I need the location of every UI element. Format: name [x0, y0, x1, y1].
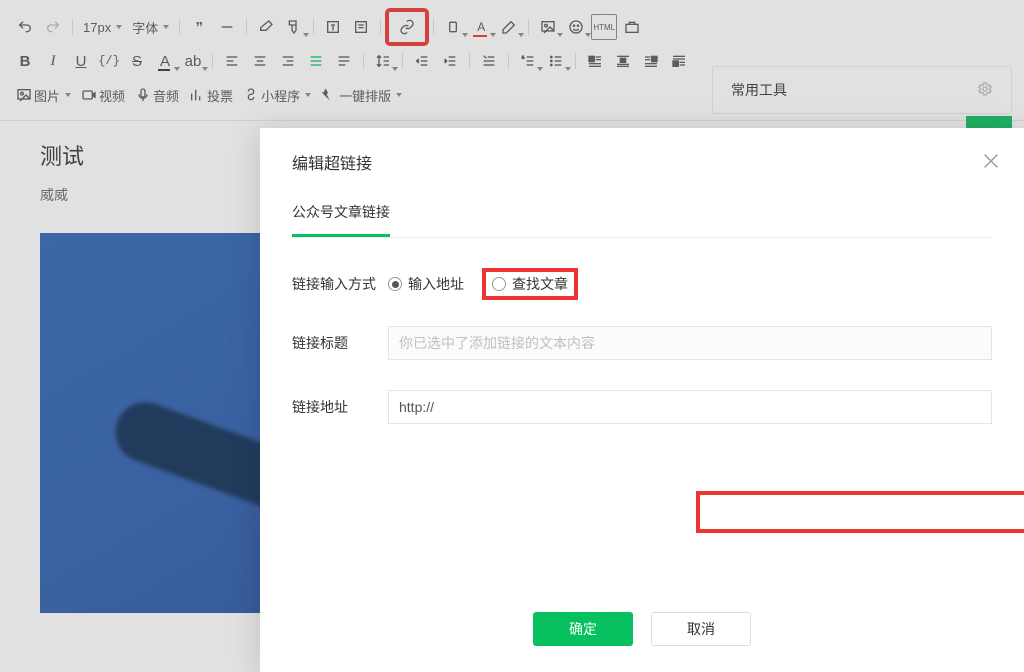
radio-enter-url[interactable]: 输入地址 — [388, 274, 464, 294]
toolbar-row-1: 17px 字体 ” A HTML — [12, 10, 1012, 44]
align-distribute-button[interactable] — [331, 48, 357, 74]
radio-dot-icon — [388, 277, 402, 291]
textbox2-button[interactable] — [348, 14, 374, 40]
insert-video[interactable]: 视频 — [77, 86, 129, 105]
side-panel: 常用工具 — [712, 66, 1012, 114]
separator — [246, 19, 247, 35]
row-link-url: 链接地址 http:// — [292, 390, 992, 424]
auto-layout[interactable]: 一键排版 — [317, 86, 406, 105]
separator — [402, 53, 403, 69]
modal-actions: 确定 取消 — [292, 612, 992, 650]
link-title-input[interactable] — [388, 326, 992, 360]
bold-button[interactable]: B — [12, 48, 38, 74]
separator — [528, 19, 529, 35]
url-prefix: http:// — [389, 391, 444, 423]
link-modal: 编辑超链接 公众号文章链接 链接输入方式 输入地址 查找文章 链接标题 链接地址… — [260, 128, 1024, 672]
insert-miniprogram[interactable]: 小程序 — [239, 86, 315, 105]
side-green-strip — [966, 116, 1012, 128]
insert-image[interactable]: 图片 — [12, 86, 75, 105]
line-height-button[interactable] — [370, 48, 396, 74]
magic-button[interactable] — [496, 14, 522, 40]
blockquote-button[interactable]: ” — [186, 14, 212, 40]
font-size-select[interactable]: 17px — [79, 20, 126, 35]
align-justify-button[interactable] — [303, 48, 329, 74]
first-indent-button[interactable] — [476, 48, 502, 74]
emoji-button[interactable] — [563, 14, 589, 40]
insert-audio[interactable]: 音频 — [131, 86, 183, 105]
link-button[interactable] — [387, 10, 427, 44]
highlight-icon: ab — [185, 53, 202, 70]
format-brush-button[interactable] — [281, 14, 307, 40]
redo-button[interactable] — [40, 14, 66, 40]
highlight-button[interactable]: ab — [180, 48, 206, 74]
cancel-button[interactable]: 取消 — [651, 612, 751, 646]
insert-image-button[interactable] — [535, 14, 561, 40]
modal-tabs: 公众号文章链接 — [292, 202, 992, 238]
code-button[interactable]: {/} — [96, 48, 122, 74]
tab-article-link[interactable]: 公众号文章链接 — [292, 202, 390, 237]
undo-button[interactable] — [12, 14, 38, 40]
textbox1-button[interactable] — [320, 14, 346, 40]
html-button[interactable]: HTML — [591, 14, 617, 40]
separator — [212, 53, 213, 69]
toolbox-button[interactable] — [619, 14, 645, 40]
link-url-input[interactable] — [444, 391, 991, 423]
separator — [179, 19, 180, 35]
letter-spacing-button[interactable] — [440, 14, 466, 40]
close-button[interactable] — [980, 150, 1002, 172]
side-panel-title: 常用工具 — [731, 80, 787, 100]
gear-icon[interactable] — [977, 81, 993, 100]
float-center-button[interactable] — [610, 48, 636, 74]
float-none-button[interactable] — [666, 48, 692, 74]
modal-title: 编辑超链接 — [292, 150, 992, 174]
float-left-button[interactable] — [582, 48, 608, 74]
label-input-type: 链接输入方式 — [292, 274, 388, 294]
separator — [575, 53, 576, 69]
float-right-button[interactable] — [638, 48, 664, 74]
strike-button[interactable]: S — [124, 48, 150, 74]
link-form: 链接输入方式 输入地址 查找文章 链接标题 链接地址 http:// — [292, 272, 992, 454]
separator — [313, 19, 314, 35]
row-input-type: 链接输入方式 输入地址 查找文章 — [292, 272, 992, 296]
ordered-list-button[interactable]: 1 — [515, 48, 541, 74]
separator — [469, 53, 470, 69]
outdent-button[interactable] — [409, 48, 435, 74]
svg-text:1: 1 — [522, 54, 525, 59]
separator — [363, 53, 364, 69]
align-center-button[interactable] — [247, 48, 273, 74]
radio-enter-url-label: 输入地址 — [408, 274, 464, 294]
indent-button[interactable] — [437, 48, 463, 74]
label-link-title: 链接标题 — [292, 333, 388, 353]
underline-button[interactable]: U — [68, 48, 94, 74]
font-color-button[interactable]: A — [468, 14, 494, 40]
align-right-button[interactable] — [275, 48, 301, 74]
font-family-select[interactable]: 字体 — [128, 18, 173, 37]
highlight-url-box — [700, 495, 1024, 529]
separator — [508, 53, 509, 69]
ok-button[interactable]: 确定 — [533, 612, 633, 646]
radio-dot-icon — [492, 277, 506, 291]
unordered-list-button[interactable] — [543, 48, 569, 74]
link-url-group: http:// — [388, 390, 992, 424]
separator — [433, 19, 434, 35]
separator — [72, 19, 73, 35]
italic-button[interactable]: I — [40, 48, 66, 74]
hr-button[interactable] — [214, 14, 240, 40]
label-link-url: 链接地址 — [292, 397, 388, 417]
eraser-button[interactable] — [253, 14, 279, 40]
insert-vote[interactable]: 投票 — [185, 86, 237, 105]
text-color-button[interactable]: A — [152, 48, 178, 74]
row-link-title: 链接标题 — [292, 326, 992, 360]
radio-search-article[interactable]: 查找文章 — [486, 272, 574, 296]
align-left-button[interactable] — [219, 48, 245, 74]
radio-search-article-label: 查找文章 — [512, 274, 568, 294]
separator — [380, 19, 381, 35]
